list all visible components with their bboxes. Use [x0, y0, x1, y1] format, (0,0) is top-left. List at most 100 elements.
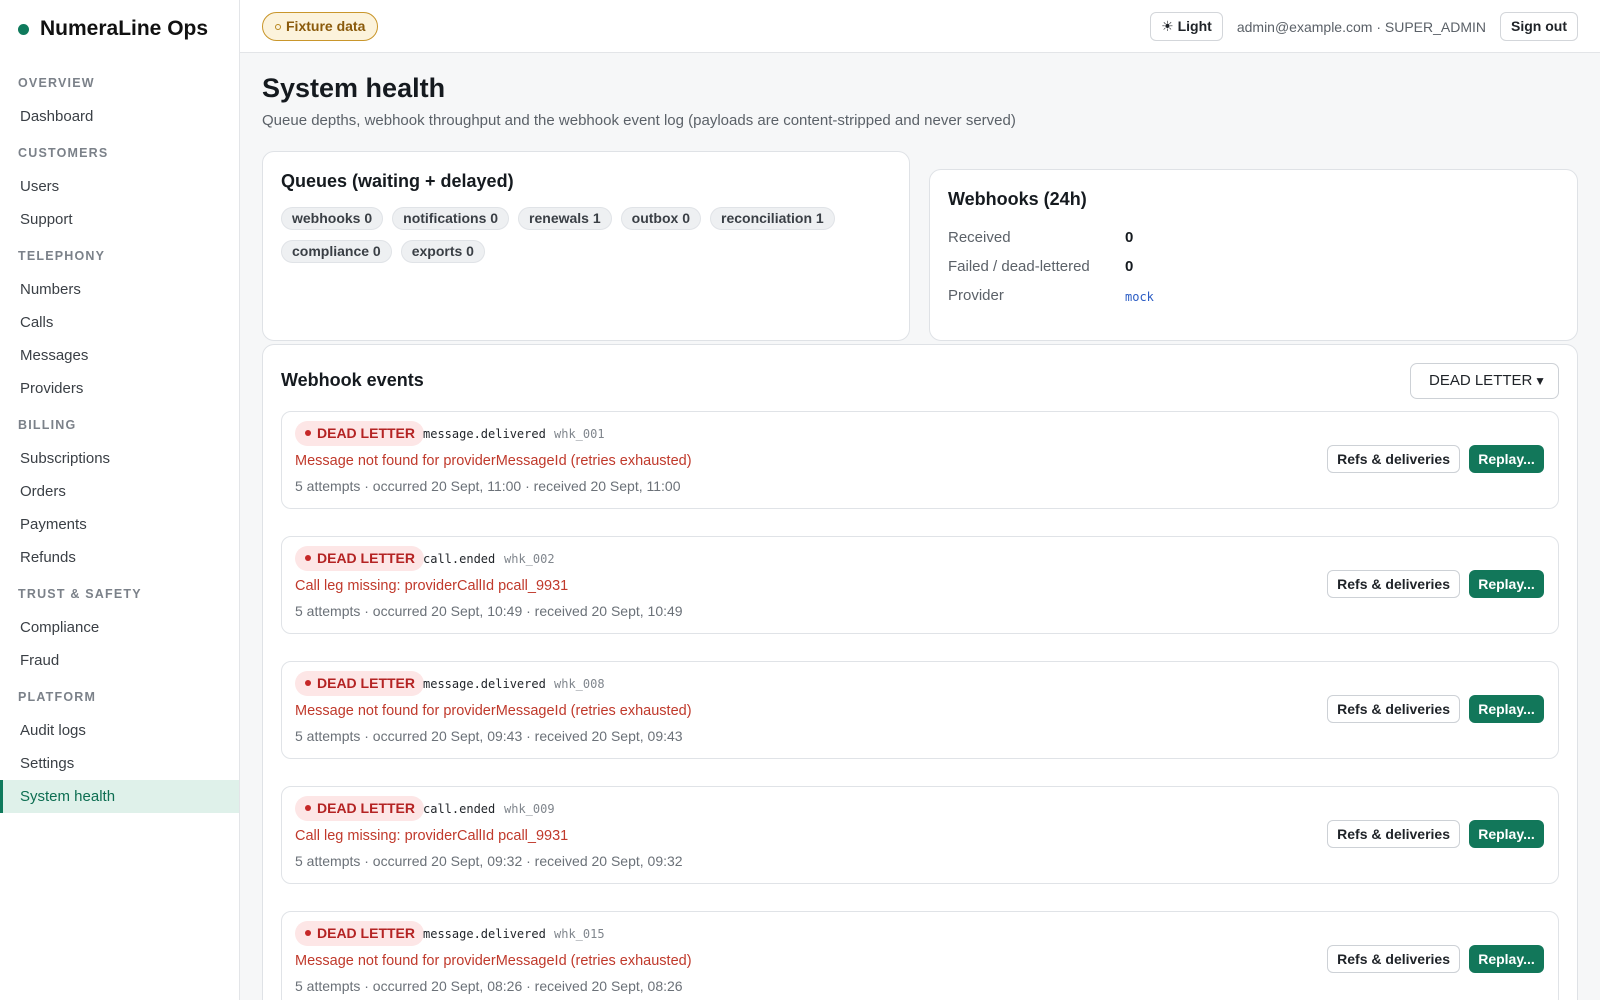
- queue-chip-outbox: outbox 0: [620, 207, 701, 230]
- status-badge-label: DEAD LETTER: [317, 550, 415, 566]
- status-badge-label: DEAD LETTER: [317, 925, 415, 941]
- sidebar-item-numbers[interactable]: Numbers: [0, 273, 239, 306]
- event-meta: 5 attempts · occurred 20 Sept, 09:32 · r…: [295, 853, 683, 869]
- queue-chip-reconciliation: reconciliation 1: [710, 207, 835, 230]
- brand-status-dot-icon: [18, 23, 29, 35]
- sun-icon: ☀: [1161, 18, 1174, 34]
- event-type: message.delivered: [423, 677, 546, 691]
- event-meta: 5 attempts · occurred 20 Sept, 09:43 · r…: [295, 728, 683, 744]
- status-filter-value: DEAD LETTER: [1429, 372, 1533, 389]
- refs-deliveries-button[interactable]: Refs & deliveries: [1327, 820, 1460, 848]
- queues-card-title: Queues (waiting + delayed): [281, 171, 514, 191]
- theme-toggle-button[interactable]: ☀ Light: [1150, 12, 1223, 41]
- event-type: message.delivered: [423, 427, 546, 441]
- status-dot-icon: [305, 555, 311, 561]
- nav-section-platform: PLATFORM: [18, 690, 97, 704]
- status-dot-icon: [305, 430, 311, 436]
- chevron-down-icon: ▼: [1534, 374, 1546, 388]
- queue-chip-webhooks: webhooks 0: [281, 207, 384, 230]
- webhook-events-card: Webhook events DEAD LETTER ▼ DEAD LETTER…: [262, 344, 1578, 1000]
- queue-chip-notifications: notifications 0: [392, 207, 510, 230]
- sidebar-item-subscriptions[interactable]: Subscriptions: [0, 442, 239, 475]
- status-filter-select[interactable]: DEAD LETTER ▼: [1410, 363, 1559, 399]
- refs-deliveries-button[interactable]: Refs & deliveries: [1327, 570, 1460, 598]
- received-label: Received: [948, 229, 1011, 246]
- webhook-event-row: DEAD LETTER message.delivered whk_001 Me…: [281, 411, 1559, 509]
- replay-button[interactable]: Replay...: [1469, 695, 1544, 723]
- replay-button[interactable]: Replay...: [1469, 570, 1544, 598]
- sign-out-button[interactable]: Sign out: [1500, 12, 1578, 41]
- webhook-event-row: DEAD LETTER call.ended whk_009 Call leg …: [281, 786, 1559, 884]
- provider-label: Provider: [948, 287, 1004, 304]
- webhook-event-row: DEAD LETTER message.delivered whk_015 Me…: [281, 911, 1559, 1000]
- nav-section-billing: BILLING: [18, 418, 77, 432]
- sidebar-item-compliance[interactable]: Compliance: [0, 611, 239, 644]
- sidebar-item-audit-logs[interactable]: Audit logs: [0, 714, 239, 747]
- status-badge: DEAD LETTER: [295, 921, 424, 946]
- sidebar-item-system-health[interactable]: System health: [0, 780, 239, 813]
- current-user-label: admin@example.com · SUPER_ADMIN: [1236, 18, 1486, 35]
- fixture-badge-label: Fixture data: [286, 18, 366, 34]
- queue-chip-compliance: compliance 0: [281, 240, 392, 263]
- queues-card: Queues (waiting + delayed) webhooks 0 no…: [262, 151, 910, 341]
- fixture-dot-icon: [275, 24, 281, 30]
- sidebar-item-support[interactable]: Support: [0, 203, 239, 236]
- nav-section-telephony: TELEPHONY: [18, 249, 106, 263]
- webhook-event-row: DEAD LETTER call.ended whk_002 Call leg …: [281, 536, 1559, 634]
- status-badge: DEAD LETTER: [295, 546, 424, 571]
- event-error: Message not found for providerMessageId …: [295, 703, 692, 719]
- status-badge: DEAD LETTER: [295, 796, 424, 821]
- webhooks-card: Webhooks (24h) Received 0 Failed / dead-…: [929, 169, 1578, 341]
- provider-value: mock: [1125, 290, 1154, 304]
- sidebar-item-fraud[interactable]: Fraud: [0, 644, 239, 677]
- replay-button[interactable]: Replay...: [1469, 445, 1544, 473]
- sidebar-item-orders[interactable]: Orders: [0, 475, 239, 508]
- fixture-data-badge: Fixture data: [262, 12, 379, 41]
- status-badge: DEAD LETTER: [295, 671, 424, 696]
- failed-label: Failed / dead-lettered: [948, 258, 1090, 275]
- received-value: 0: [1125, 229, 1134, 246]
- brand[interactable]: NumeraLine Ops: [0, 0, 239, 58]
- nav-section-overview: OVERVIEW: [18, 76, 95, 90]
- status-badge-label: DEAD LETTER: [317, 675, 415, 691]
- sidebar-item-payments[interactable]: Payments: [0, 508, 239, 541]
- sidebar-item-calls[interactable]: Calls: [0, 306, 239, 339]
- nav-section-customers: CUSTOMERS: [18, 146, 109, 160]
- event-error: Call leg missing: providerCallId pcall_9…: [295, 578, 569, 594]
- refs-deliveries-button[interactable]: Refs & deliveries: [1327, 445, 1460, 473]
- sidebar-item-messages[interactable]: Messages: [0, 339, 239, 372]
- replay-button[interactable]: Replay...: [1469, 820, 1544, 848]
- sidebar-item-refunds[interactable]: Refunds: [0, 541, 239, 574]
- refs-deliveries-button[interactable]: Refs & deliveries: [1327, 945, 1460, 973]
- status-badge-label: DEAD LETTER: [317, 425, 415, 441]
- event-id: whk_002: [504, 552, 555, 566]
- sidebar-nav: OVERVIEW Dashboard CUSTOMERS Users Suppo…: [0, 58, 239, 813]
- queue-chip-exports: exports 0: [400, 240, 485, 263]
- webhook-events-title: Webhook events: [281, 370, 424, 390]
- event-type: call.ended: [423, 802, 496, 816]
- brand-name: NumeraLine Ops: [40, 17, 209, 40]
- nav-section-trust-safety: TRUST & SAFETY: [18, 587, 142, 601]
- sidebar: NumeraLine Ops OVERVIEW Dashboard CUSTOM…: [0, 0, 240, 1000]
- sidebar-item-users[interactable]: Users: [0, 170, 239, 203]
- webhooks-card-title: Webhooks (24h): [948, 189, 1087, 209]
- replay-button[interactable]: Replay...: [1469, 945, 1544, 973]
- webhook-event-row: DEAD LETTER message.delivered whk_008 Me…: [281, 661, 1559, 759]
- event-error: Call leg missing: providerCallId pcall_9…: [295, 828, 569, 844]
- theme-toggle-label: Light: [1177, 18, 1212, 34]
- failed-value: 0: [1125, 258, 1134, 275]
- refs-deliveries-button[interactable]: Refs & deliveries: [1327, 695, 1460, 723]
- event-id: whk_015: [554, 927, 605, 941]
- queue-chips: webhooks 0 notifications 0 renewals 1 ou…: [281, 207, 881, 263]
- sidebar-item-settings[interactable]: Settings: [0, 747, 239, 780]
- topbar-actions: ☀ Light admin@example.com · SUPER_ADMIN …: [1150, 12, 1578, 41]
- status-dot-icon: [305, 930, 311, 936]
- sidebar-item-dashboard[interactable]: Dashboard: [0, 100, 239, 133]
- sidebar-item-providers[interactable]: Providers: [0, 372, 239, 405]
- page-subtitle: Queue depths, webhook throughput and the…: [262, 112, 1016, 129]
- status-dot-icon: [305, 805, 311, 811]
- event-error: Message not found for providerMessageId …: [295, 953, 692, 969]
- event-type: message.delivered: [423, 927, 546, 941]
- event-id: whk_008: [554, 677, 605, 691]
- topbar: Fixture data ☀ Light admin@example.com ·…: [240, 0, 1600, 53]
